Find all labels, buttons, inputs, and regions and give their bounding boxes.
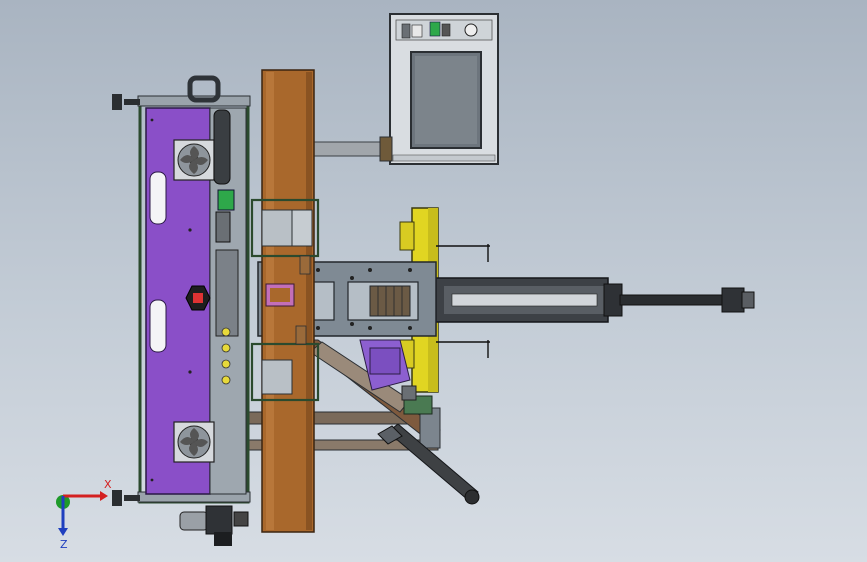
green-button-icon [429,21,441,37]
z-axis-label: Z [60,538,68,551]
x-axis-label: X [104,478,112,491]
control-box[interactable] [389,13,499,165]
fan-icon [173,421,215,463]
leveling-foot [112,490,140,506]
leveling-foot [112,94,140,110]
cad-viewport[interactable]: X Z [0,0,867,562]
bottom-valve [179,505,249,546]
linear-cylinder [435,244,755,358]
switch-icon [401,23,411,39]
cad-assembly-drawing: X Z [56,13,755,551]
center-clamp [265,283,295,307]
control-arm [311,136,393,162]
cylinder-icon [619,294,725,306]
fan-icon [173,139,215,181]
coordinate-triad: X Z [56,478,112,551]
electrical-cabinet [137,95,251,504]
emergency-stop-icon [464,23,478,37]
